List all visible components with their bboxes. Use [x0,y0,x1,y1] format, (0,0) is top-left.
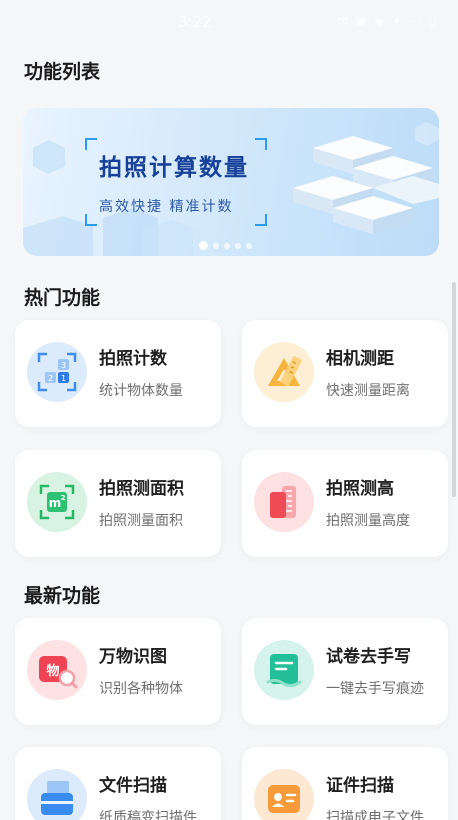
card-desc: 一键去手写痕迹 [326,681,424,697]
card-desc: 统计物体数量 [99,383,183,399]
feature-card-photo-area[interactable]: m 2 拍照测面积 拍照测量面积 [15,450,221,557]
card-title: 拍照计数 [99,349,167,369]
document-scan-icon [27,769,87,820]
count-grid-icon: 3 2 1 [27,342,87,402]
svg-text:1: 1 [61,374,66,383]
feature-card-document-scan[interactable]: 文件扫描 纸质稿变扫描件 [15,747,221,820]
card-title: 文件扫描 [99,776,167,796]
status-bar: 3:22 ✉ ▣ ◈ ✦ ⋯ ▯ [0,0,458,44]
object-recognize-icon: 物 [27,640,87,700]
feature-card-camera-distance[interactable]: 相机测距 快速测量距离 [242,320,448,427]
feature-card-paper-erase-handwriting[interactable]: 试卷去手写 一键去手写痕迹 [242,618,448,725]
card-desc: 拍照测量面积 [99,513,183,529]
card-title: 试卷去手写 [326,647,411,667]
card-title: 相机测距 [326,349,394,369]
svg-text:2: 2 [48,374,53,383]
card-title: 证件扫描 [326,776,394,796]
card-desc: 拍照测量高度 [326,513,410,529]
feature-card-photo-count[interactable]: 3 2 1 拍照计数 统计物体数量 [15,320,221,427]
feature-card-id-scan[interactable]: 证件扫描 扫描成电子文件 [242,747,448,820]
card-desc: 识别各种物体 [99,681,183,697]
banner-pagination[interactable] [199,241,252,250]
banner-dot[interactable] [199,241,208,250]
banner-dot[interactable] [246,242,252,249]
banner-subtitle: 高效快捷 精准计数 [99,199,234,215]
paper-erase-icon [254,640,314,700]
svg-text:3: 3 [61,361,66,370]
section-title-hot: 热门功能 [24,287,101,309]
banner-title: 拍照计算数量 [99,155,249,181]
status-icons: ✉ ▣ ◈ ✦ ⋯ ▯ [337,14,438,28]
svg-text:2: 2 [61,494,66,502]
card-desc: 纸质稿变扫描件 [99,810,197,820]
height-ruler-icon [254,472,314,532]
scrollbar[interactable] [452,282,456,497]
area-m2-icon: m 2 [27,472,87,532]
card-desc: 扫描成电子文件 [326,810,424,820]
banner-dot[interactable] [224,242,230,249]
card-title: 拍照测面积 [99,479,184,499]
id-card-icon [254,769,314,820]
card-desc: 快速测量距离 [326,383,410,399]
section-title-function-list: 功能列表 [24,61,101,83]
section-title-new: 最新功能 [24,585,101,607]
card-title: 拍照测高 [326,479,394,499]
banner-dot[interactable] [213,242,219,249]
feature-card-object-recognition[interactable]: 物 万物识图 识别各种物体 [15,618,221,725]
ruler-triangle-icon [254,342,314,402]
status-time: 3:22 [178,13,212,31]
promo-banner[interactable]: 拍照计算数量 高效快捷 精准计数 [23,108,439,256]
svg-text:m: m [49,496,62,510]
feature-card-photo-height[interactable]: 拍照测高 拍照测量高度 [242,450,448,557]
card-title: 万物识图 [99,647,167,667]
banner-dot[interactable] [235,242,241,249]
object-badge-text: 物 [46,663,59,679]
